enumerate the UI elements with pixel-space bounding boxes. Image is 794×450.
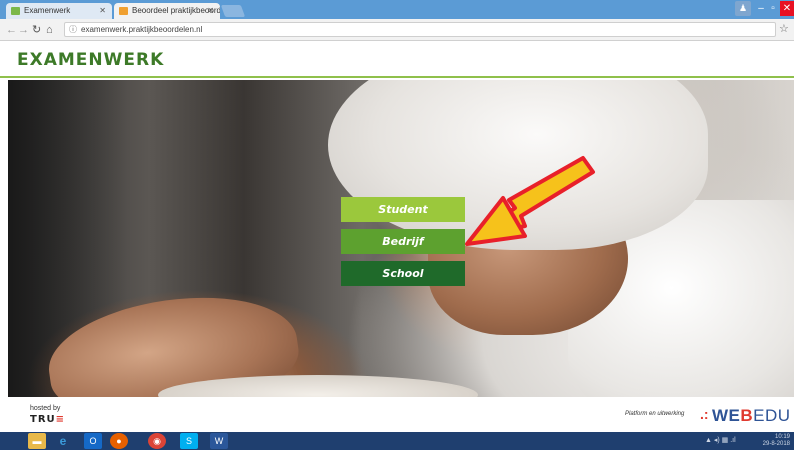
reload-icon[interactable]: ↻ [32, 22, 41, 38]
browser-nav-bar: ← → ↻ ⌂ ⓘ examenwerk.praktijkbeoordelen.… [0, 19, 794, 41]
user-profile-icon[interactable]: ♟ [735, 1, 751, 16]
page-footer: hosted by TRU≡ Platform en uitwerking .:… [0, 397, 794, 432]
webedu-dots-icon: .: [700, 406, 709, 422]
close-window-button[interactable]: ✕ [780, 1, 794, 16]
tab-label: Examenwerk [24, 6, 71, 15]
browser-tab-bar: Examenwerk ✕ Beoordeel praktijkbeoordeli… [0, 0, 794, 19]
forward-arrow-icon[interactable]: → [18, 22, 29, 38]
firefox-icon[interactable]: ● [110, 433, 128, 449]
clock[interactable]: 10:19 29-8-2018 [740, 434, 790, 448]
chrome-icon[interactable]: ◉ [148, 433, 166, 449]
outlook-icon[interactable]: O [84, 433, 102, 449]
back-arrow-icon[interactable]: ← [6, 22, 17, 38]
platform-label: Platform en uitwerking [625, 411, 685, 417]
skype-icon[interactable]: S [180, 433, 198, 449]
maximize-button[interactable]: ▫ [768, 1, 778, 16]
tab-examenwerk[interactable]: Examenwerk ✕ [6, 3, 112, 19]
webedu-logo[interactable]: WEBEDU [712, 406, 791, 426]
new-tab-button[interactable] [220, 5, 246, 17]
hero-image-chef: Student Bedrijf School [8, 80, 794, 397]
page-favicon-icon [119, 7, 128, 15]
system-tray-icons[interactable]: ▲ ◂) ▦ .ıl [705, 436, 736, 444]
home-icon[interactable]: ⌂ [46, 22, 53, 38]
true-logo[interactable]: TRU≡ [30, 414, 65, 425]
close-tab-icon[interactable]: ✕ [99, 3, 106, 19]
hosted-by-label: hosted by [30, 405, 61, 412]
bedrijf-button[interactable]: Bedrijf [341, 229, 465, 254]
tab-beoordeel[interactable]: Beoordeel praktijkbeoordeling ✕ [114, 3, 220, 19]
examenwerk-favicon-icon [11, 7, 20, 15]
minimize-button[interactable]: – [755, 1, 767, 16]
address-text: examenwerk.praktijkbeoordelen.nl [81, 25, 203, 34]
file-explorer-icon[interactable]: ▬ [28, 433, 46, 449]
bookmark-star-icon[interactable]: ☆ [779, 22, 789, 35]
windows-taskbar: ▬ e O ● ◉ S W ▲ ◂) ▦ .ıl 10:19 29-8-2018 [0, 432, 794, 450]
word-icon[interactable]: W [210, 433, 228, 449]
address-bar[interactable]: ⓘ examenwerk.praktijkbeoordelen.nl [64, 22, 776, 37]
school-button[interactable]: School [341, 261, 465, 286]
internet-explorer-icon[interactable]: e [54, 433, 72, 449]
arrow-pointer-icon [465, 156, 595, 246]
info-icon[interactable]: ⓘ [69, 23, 77, 36]
close-tab-icon[interactable]: ✕ [207, 3, 214, 19]
examenwerk-logo[interactable]: EXAMENWERK [17, 50, 164, 70]
student-button[interactable]: Student [341, 197, 465, 222]
header-divider [0, 76, 794, 78]
